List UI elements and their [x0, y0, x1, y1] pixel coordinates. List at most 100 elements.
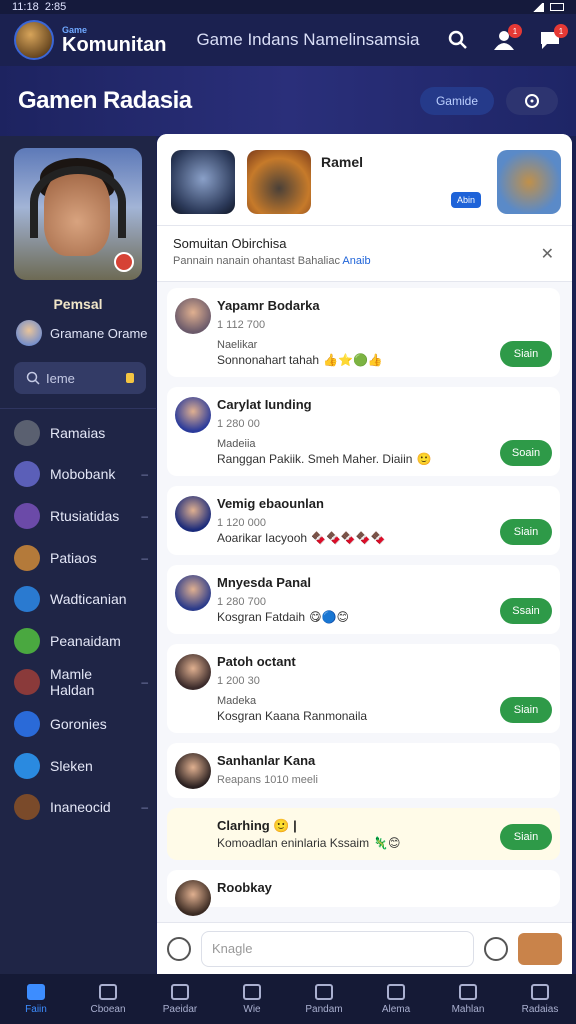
smiley-icon[interactable]: [484, 936, 508, 961]
sidebar-item-label: Mobobank: [50, 466, 116, 483]
chevron-icon: –: [141, 550, 148, 565]
chat-badge: 1: [554, 24, 568, 38]
join-button[interactable]: Siain: [500, 341, 552, 367]
close-icon[interactable]: ✕: [541, 244, 554, 264]
nav-item[interactable]: Faiin: [0, 974, 72, 1024]
avatar[interactable]: [175, 880, 211, 916]
post-time: 1 112 700: [217, 319, 266, 331]
post-item[interactable]: Clarhing 🙂 | Komoadlan eninlaria Kssaim 🦎😊…: [167, 808, 560, 860]
chat-icon[interactable]: 1: [538, 24, 568, 52]
bottom-nav: Faiin Cboean Paeidar Wie Pandam Alema Mahlan Ra…: [0, 974, 576, 1024]
banner-title: Gamen Radasia: [18, 87, 192, 114]
nav-item[interactable]: Radaias: [504, 974, 576, 1024]
composer: Knagle: [157, 922, 572, 974]
profile-avatar[interactable]: [14, 148, 142, 280]
post-item[interactable]: Sanhanlar Kana Reapans 1010 meeli: [167, 743, 560, 798]
join-button[interactable]: Siain: [500, 824, 552, 850]
sidebar-item-label: Goronies: [50, 715, 107, 732]
nav-item[interactable]: Alema: [360, 974, 432, 1024]
message-input[interactable]: Knagle: [201, 930, 474, 967]
nav-item[interactable]: Cboean: [72, 974, 144, 1024]
user-notification-icon[interactable]: 1: [492, 24, 522, 52]
sidebar-item[interactable]: Mamle Haldan –: [14, 662, 154, 704]
nav-icon: [315, 983, 333, 1000]
post-item[interactable]: Patoh octant 1 200 30 Madeka Kosgran Kaana …: [167, 644, 560, 733]
search-icon[interactable]: [446, 28, 470, 52]
game-tag[interactable]: Abin: [451, 192, 482, 208]
sidebar-item-label: Inaneocid: [50, 799, 111, 816]
nav-icon: [459, 983, 477, 1000]
notice-title: Somuitan Obirchisa: [173, 236, 287, 251]
sidebar-item-label: Patiaos: [50, 549, 97, 566]
sidebar-item-label: Sleken: [50, 757, 93, 774]
sidebar-item-label: Peanaidam: [50, 632, 121, 649]
avatar[interactable]: [175, 397, 211, 433]
banner-button[interactable]: Gamide: [419, 87, 494, 115]
profile-group[interactable]: Gramane Orame: [16, 320, 148, 346]
sidebar-item[interactable]: Inaneocid –: [14, 786, 154, 828]
post-time: 1 280 00: [217, 418, 260, 430]
search-icon: [525, 94, 539, 108]
bird-icon: [14, 752, 40, 779]
join-button[interactable]: Siain: [500, 519, 552, 545]
sidebar-item[interactable]: Rtusiatidas –: [14, 495, 154, 537]
post-item[interactable]: Yapamr Bodarka 1 112 700 Naelikar Sonnonaha…: [167, 288, 560, 377]
sidebar-list: Ramaias Mobobank – Rtusiatidas – Patiaos – Wadt…: [14, 412, 154, 828]
avatar[interactable]: [175, 496, 211, 532]
post-item[interactable]: Carylat Iunding 1 280 00 Madeiia Ranggan Pa…: [167, 387, 560, 476]
avatar: [16, 320, 42, 346]
join-button[interactable]: Siain: [500, 697, 552, 723]
post-name: Roobkay: [217, 880, 272, 895]
nav-icon: [243, 983, 261, 1000]
sidebar-item[interactable]: Goronies: [14, 703, 154, 745]
post-name: Yapamr Bodarka: [217, 298, 320, 313]
game-row: Ramel Abin: [157, 134, 572, 226]
avatar[interactable]: [175, 575, 211, 611]
join-button[interactable]: Soain: [500, 440, 552, 466]
emoji-reactions: 👍⭐🟢👍: [323, 353, 383, 367]
post-name: Sanhanlar Kana: [217, 753, 316, 768]
avatar[interactable]: [175, 753, 211, 789]
chevron-icon: –: [141, 467, 148, 482]
sidebar: Pemsal Gramane Orame Ieme Ramaias Moboban…: [0, 136, 156, 974]
emoji-icon[interactable]: [167, 936, 191, 961]
sidebar-item[interactable]: Wadticanian: [14, 578, 154, 620]
trophy-icon: [14, 586, 40, 613]
game-thumbnail[interactable]: [171, 150, 235, 214]
notice-text: Pannain nanain ohantast Bahaliac: [173, 255, 340, 267]
nav-item[interactable]: Paeidar: [144, 974, 216, 1024]
join-button[interactable]: Ssain: [500, 598, 552, 624]
notice-link[interactable]: Anaib: [342, 255, 370, 267]
brand-name: Komunitan: [62, 33, 167, 56]
sidebar-item[interactable]: Sleken: [14, 745, 154, 787]
send-button[interactable]: [518, 932, 562, 965]
game-thumbnail[interactable]: [247, 150, 311, 214]
post-item[interactable]: Roobkay: [167, 870, 560, 916]
nav-label: Wie: [243, 1003, 261, 1015]
post-item[interactable]: Mnyesda Panal 1 280 700 Kosgran Fatdaih 😋🔵😊…: [167, 565, 560, 634]
post-name: Patoh octant: [217, 654, 296, 669]
profile-name: Pemsal: [53, 296, 103, 312]
avatar[interactable]: [175, 298, 211, 334]
sidebar-item[interactable]: Ramaias: [14, 412, 154, 454]
sidebar-search-input[interactable]: Ieme: [14, 362, 146, 394]
emoji-reactions: 🦎😊: [373, 836, 401, 850]
app-logo[interactable]: [14, 20, 54, 60]
avatar[interactable]: [175, 654, 211, 690]
warrior-icon: [14, 794, 40, 821]
banner-search-button[interactable]: [506, 87, 558, 115]
sidebar-item[interactable]: Peanaidam: [14, 620, 154, 662]
sidebar-item-label: Mamle Haldan: [50, 666, 95, 699]
battery-icon: [550, 3, 564, 11]
sidebar-item[interactable]: Mobobank –: [14, 454, 154, 496]
game-thumbnail[interactable]: [497, 150, 561, 214]
nav-label: Pandam: [305, 1003, 343, 1015]
post-item[interactable]: Vemig ebaounlan 1 120 000 Aoarikar Iacyooh…: [167, 486, 560, 555]
gamepad-icon: [14, 419, 40, 446]
emoji-reactions: 🙂: [416, 452, 432, 466]
nav-label: Alema: [381, 1003, 411, 1015]
nav-item[interactable]: Pandam: [288, 974, 360, 1024]
sidebar-item[interactable]: Patiaos –: [14, 537, 154, 579]
nav-item[interactable]: Wie: [216, 974, 288, 1024]
nav-item[interactable]: Mahlan: [432, 974, 504, 1024]
